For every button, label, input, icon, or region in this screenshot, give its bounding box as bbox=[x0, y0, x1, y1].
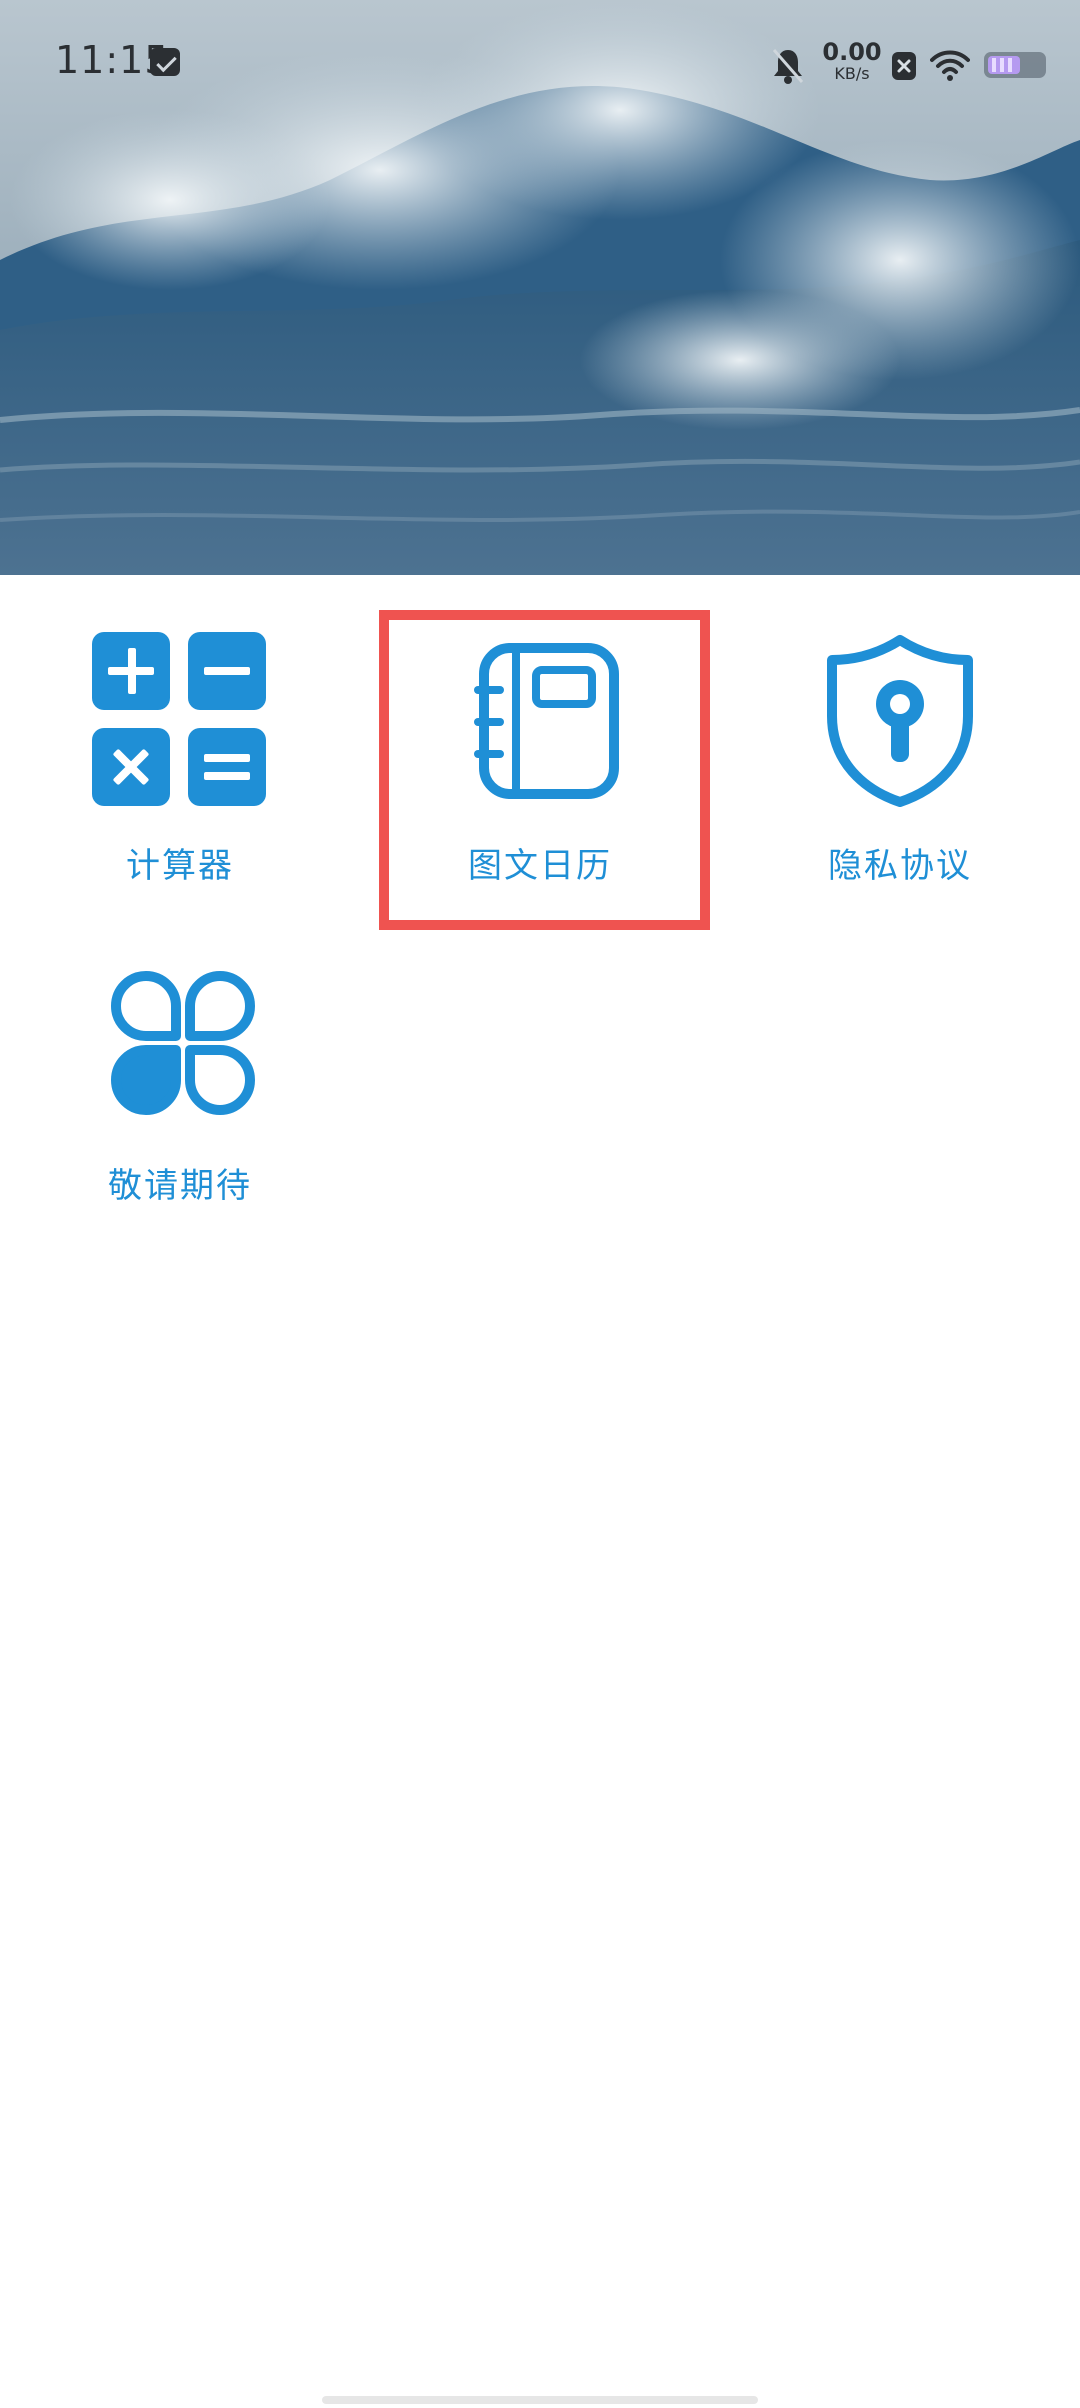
bell-muted-icon bbox=[772, 49, 804, 84]
net-speed: 0.00 KB/s bbox=[822, 40, 882, 82]
status-bar: 11:15 0.00 KB/s bbox=[0, 0, 1080, 130]
app-label-calculator: 计算器 bbox=[126, 846, 234, 886]
app-calculator[interactable]: 计算器 bbox=[30, 630, 330, 887]
net-speed-value: 0.00 bbox=[822, 38, 882, 66]
sim-x-icon bbox=[892, 52, 916, 80]
clover-icon bbox=[90, 950, 270, 1130]
status-icons: 0.00 KB/s bbox=[750, 40, 1080, 90]
home-indicator[interactable] bbox=[322, 2396, 758, 2404]
net-speed-unit: KB/s bbox=[834, 64, 870, 83]
battery-icon bbox=[984, 52, 1046, 78]
app-privacy-policy[interactable]: 隐私协议 bbox=[750, 630, 1050, 887]
header-wave-image: 11:15 0.00 KB/s bbox=[0, 0, 1080, 575]
wifi-icon bbox=[930, 50, 970, 81]
app-label-coming-soon: 敬请期待 bbox=[108, 1166, 252, 1206]
app-coming-soon[interactable]: 敬请期待 bbox=[30, 950, 330, 1207]
app-label-privacy-policy: 隐私协议 bbox=[828, 846, 972, 886]
calculator-icon bbox=[90, 630, 270, 810]
home-screen: 11:15 0.00 KB/s 计算器 图文日历 隐私协议 敬请期待 bbox=[0, 0, 1080, 2408]
selection-highlight bbox=[379, 610, 710, 930]
message-icon bbox=[150, 48, 180, 76]
shield-keyhole-icon bbox=[810, 630, 990, 810]
